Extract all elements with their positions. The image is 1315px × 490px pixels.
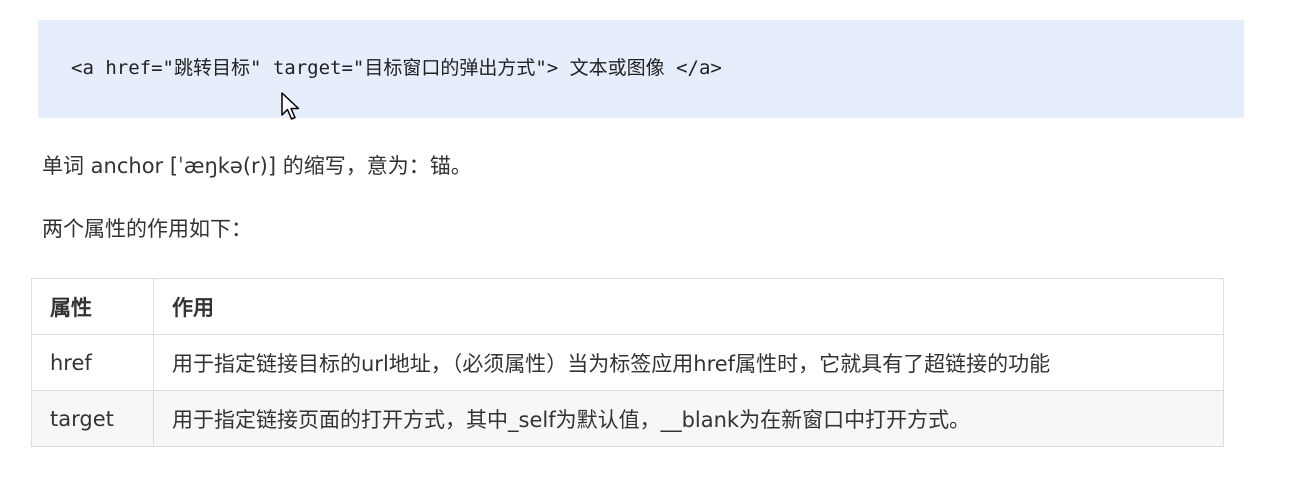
attributes-intro-text: 两个属性的作用如下： (42, 217, 252, 241)
code-line: <a href="跳转目标" target="目标窗口的弹出方式"> 文本或图像… (71, 57, 722, 79)
attr-name-cell: href (31, 334, 154, 391)
attr-desc-cell: 用于指定链接页面的打开方式，其中_self为默认值，__blank为在新窗口中打… (153, 390, 1224, 447)
table-row: target 用于指定链接页面的打开方式，其中_self为默认值，__blank… (31, 390, 1224, 447)
header-function: 作用 (153, 278, 1224, 335)
mouse-pointer-icon (281, 92, 300, 120)
anchor-definition-text: 单词 anchor [ˈæŋkə(r)] 的缩写，意为：锚。 (42, 154, 472, 178)
attr-desc-cell: 用于指定链接目标的url地址，（必须属性）当为标签应用href属性时，它就具有了… (153, 334, 1224, 391)
table-header-row: 属性 作用 (31, 278, 1224, 335)
attributes-table: 属性 作用 href 用于指定链接目标的url地址，（必须属性）当为标签应用hr… (31, 278, 1224, 447)
attr-name-cell: target (31, 390, 154, 447)
table-row: href 用于指定链接目标的url地址，（必须属性）当为标签应用href属性时，… (31, 334, 1224, 391)
header-attribute: 属性 (31, 278, 154, 335)
code-block: <a href="跳转目标" target="目标窗口的弹出方式"> 文本或图像… (38, 20, 1244, 118)
